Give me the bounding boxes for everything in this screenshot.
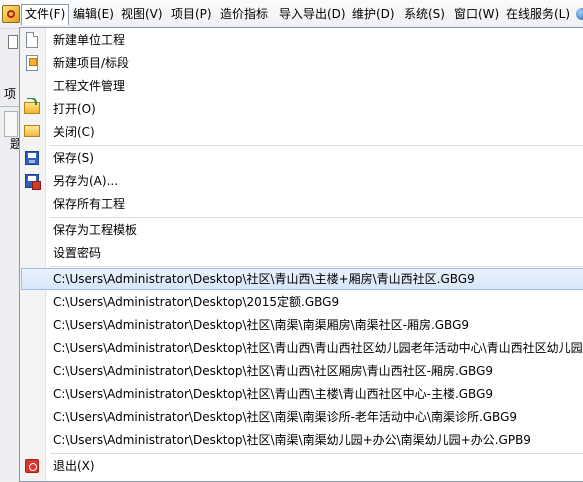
menu-file[interactable]: 文件(F) [21,4,70,25]
menu-maintain[interactable]: 维护(D) [349,4,398,25]
recent-file-item[interactable]: C:\Users\Administrator\Desktop\社区\南渠\南渠厢… [21,314,583,336]
recent-file-path: C:\Users\Administrator\Desktop\社区\南渠\南渠厢… [53,318,470,332]
menu-bar: 文件(F) 编辑(E) 视图(V) 项目(P) 造价指标 导入导出(D) 维护(… [0,0,583,29]
menu-item-label: 保存为工程模板 [53,223,138,237]
open-folder-icon [24,98,40,114]
save-disk-icon [25,151,39,165]
recent-file-item[interactable]: C:\Users\Administrator\Desktop\2015定额.GB… [21,291,583,313]
menu-item-label: 保存(S) [53,151,94,165]
background-header-cell [4,111,18,137]
recent-file-path: C:\Users\Administrator\Desktop\社区\南渠\南渠幼… [53,433,531,447]
save-as-icon [25,174,41,190]
recent-file-item[interactable]: C:\Users\Administrator\Desktop\社区\南渠\南渠诊… [21,406,583,428]
menu-item-label: 打开(O) [53,102,96,116]
recent-file-item[interactable]: C:\Users\Administrator\Desktop\社区\青山西\主楼… [21,268,583,290]
menu-item-set-password[interactable]: 设置密码 [21,242,583,264]
menu-separator [50,217,583,218]
menu-item-label: 另存为(A)... [53,174,119,188]
menu-project[interactable]: 项目(P) [168,4,215,25]
menu-edit[interactable]: 编辑(E) [70,4,117,25]
menu-item-exit[interactable]: 退出(X) [21,455,583,477]
menu-window[interactable]: 窗口(W) [451,4,502,25]
recent-file-item[interactable]: C:\Users\Administrator\Desktop\社区\南渠\南渠幼… [21,429,583,451]
menu-item-new-project-section[interactable]: 新建项目/标段 [21,52,583,74]
menu-item-save-as[interactable]: 另存为(A)... [21,170,583,192]
menu-online-service[interactable]: 在线服务(L) [503,4,573,25]
menu-system[interactable]: 系统(S) [401,4,448,25]
recent-file-path: C:\Users\Administrator\Desktop\社区\青山西\社区… [53,364,494,378]
recent-file-path: C:\Users\Administrator\Desktop\2015定额.GB… [53,295,340,309]
menu-item-label: 工程文件管理 [53,79,126,93]
menu-separator [50,145,583,146]
menu-item-open[interactable]: 打开(O) [21,98,583,120]
recent-file-item[interactable]: C:\Users\Administrator\Desktop\社区\青山西\社区… [21,360,583,382]
menu-item-close[interactable]: 关闭(C) [21,121,583,143]
close-folder-icon [24,125,40,137]
menu-cost-index[interactable]: 造价指标 [217,4,271,25]
globe-icon[interactable] [576,8,583,20]
toolbar-new-icon[interactable] [8,35,18,49]
recent-file-path: C:\Users\Administrator\Desktop\社区\青山西\青山… [53,341,583,355]
app-logo-icon[interactable] [2,5,20,23]
menu-item-save[interactable]: 保存(S) [21,147,583,169]
exit-icon [25,459,39,473]
menu-view[interactable]: 视图(V) [118,4,166,25]
new-document-icon [26,32,38,48]
recent-file-item[interactable]: C:\Users\Administrator\Desktop\社区\青山西\青山… [21,337,583,359]
menu-item-label: 新建项目/标段 [53,56,130,70]
menu-separator [50,266,583,267]
menu-item-label: 新建单位工程 [53,33,126,47]
menu-item-save-all[interactable]: 保存所有工程 [21,193,583,215]
new-project-icon [26,55,38,71]
menu-item-save-as-template[interactable]: 保存为工程模板 [21,219,583,241]
recent-file-item[interactable]: C:\Users\Administrator\Desktop\社区\青山西\主楼… [21,383,583,405]
menu-item-new-unit-project[interactable]: 新建单位工程 [21,29,583,51]
menu-item-label: 设置密码 [53,246,102,260]
recent-file-path: C:\Users\Administrator\Desktop\社区\南渠\南渠诊… [53,410,518,424]
recent-file-path: C:\Users\Administrator\Desktop\社区\青山西\主楼… [53,387,494,401]
menu-separator [50,453,583,454]
file-menu-dropdown: 新建单位工程 新建项目/标段 工程文件管理 打开(O) 关闭(C) 保存(S) … [19,27,583,482]
menu-item-project-file-manage[interactable]: 工程文件管理 [21,75,583,97]
menu-item-label: 退出(X) [53,459,95,473]
recent-file-path: C:\Users\Administrator\Desktop\社区\青山西\主楼… [53,272,475,286]
menu-item-label: 保存所有工程 [53,197,126,211]
menu-import-export[interactable]: 导入导出(D) [276,4,349,25]
background-tab[interactable]: 项 [4,86,16,102]
menu-item-label: 关闭(C) [53,125,95,139]
